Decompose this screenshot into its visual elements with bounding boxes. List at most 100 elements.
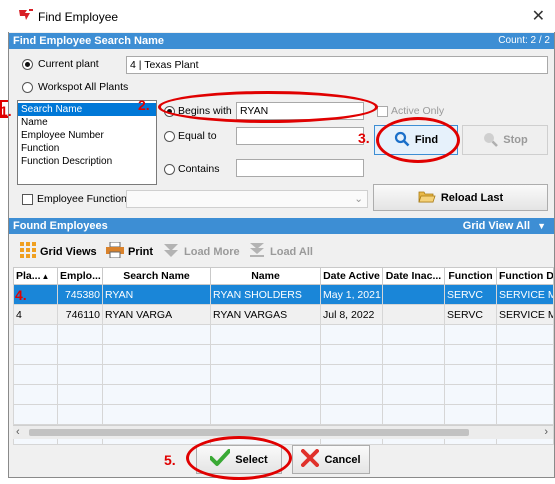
cell-employee-number: 745380 (57, 284, 103, 305)
load-all-label: Load All (270, 245, 313, 258)
column-header-plant-label: Pla... (16, 270, 41, 282)
load-more-button[interactable]: Load More (162, 242, 240, 261)
cell-function-description: SERVICE M (496, 304, 554, 325)
cell-date-inactive (382, 304, 445, 325)
window-title: Find Employee (38, 10, 119, 24)
current-plant-radio[interactable] (22, 59, 33, 70)
column-header-search-name[interactable]: Search Name (102, 267, 211, 285)
list-item-search-name[interactable]: Search Name (18, 103, 156, 116)
cell-date-inactive (382, 284, 445, 305)
load-more-label: Load More (184, 245, 240, 258)
result-count: Count: 2 / 2 (498, 35, 550, 46)
cancel-label: Cancel (324, 453, 361, 466)
table-row[interactable]: 745380 RYAN RYAN SHOLDERS May 1, 2021 SE… (13, 284, 554, 305)
cell-function: SERVC (444, 284, 497, 305)
search-header-title: Find Employee Search Name (13, 35, 164, 47)
reload-last-label: Reload Last (440, 191, 504, 204)
stop-search-icon (482, 131, 499, 150)
grid-view-all-menu[interactable]: Grid View All ▼ (463, 218, 546, 234)
grid-header-row: Pla...▲ Emplo... Search Name Name Date A… (13, 267, 554, 285)
scrollbar-thumb[interactable] (29, 429, 469, 436)
list-item-function-description[interactable]: Function Description (18, 155, 156, 168)
cancel-button[interactable]: Cancel (292, 445, 370, 474)
grid-view-all-label: Grid View All (462, 220, 531, 232)
cell-date-active: Jul 8, 2022 (320, 304, 383, 325)
employee-function-checkbox[interactable] (22, 194, 33, 205)
download-all-icon (248, 242, 266, 261)
found-employees-title: Found Employees (13, 220, 108, 232)
reload-last-button[interactable]: Reload Last (373, 184, 548, 211)
download-arrow-icon (162, 242, 180, 261)
table-row[interactable]: 4 746110 RYAN VARGA RYAN VARGAS Jul 8, 2… (13, 304, 554, 325)
empty-row (13, 404, 554, 425)
active-only-label: Active Only (391, 105, 445, 117)
current-plant-label: Current plant (38, 58, 99, 70)
app-icon (18, 8, 34, 25)
close-icon[interactable]: ✕ (532, 6, 545, 26)
empty-row (13, 384, 554, 405)
title-bar: Find Employee ✕ (8, 0, 555, 32)
cell-plant: 4 (13, 304, 58, 325)
annotation-step-2: 2. (138, 97, 150, 113)
employee-function-label: Employee Function (37, 193, 127, 205)
print-button[interactable]: Print (106, 241, 154, 261)
column-header-plant[interactable]: Pla...▲ (13, 267, 58, 285)
scroll-right-icon[interactable]: › (544, 426, 548, 438)
cancel-x-icon (301, 449, 320, 470)
contains-radio[interactable] (164, 164, 175, 175)
chevron-down-icon: ⌄ (354, 193, 363, 205)
annotation-step-3: 3. (358, 130, 370, 146)
column-header-date-inactive[interactable]: Date Inac... (382, 267, 445, 285)
annotation-step-4: 4. (15, 287, 27, 303)
grid-views-label: Grid Views (40, 245, 97, 258)
column-header-employee-number[interactable]: Emplo... (57, 267, 103, 285)
grid-icon (20, 242, 36, 261)
workspot-all-plants-label: Workspot All Plants (38, 81, 129, 93)
cell-employee-number: 746110 (57, 304, 103, 325)
annotation-step-5: 5. (164, 452, 176, 468)
caret-down-icon: ▼ (537, 221, 546, 231)
horizontal-scrollbar[interactable]: ‹ › (13, 425, 553, 439)
contains-input[interactable] (236, 159, 364, 177)
employee-function-select[interactable]: ⌄ (126, 190, 368, 208)
found-employees-grid[interactable]: Pla...▲ Emplo... Search Name Name Date A… (13, 267, 554, 445)
equal-to-label: Equal to (178, 130, 217, 142)
cell-search-name: RYAN (102, 284, 211, 305)
stop-label: Stop (503, 134, 528, 146)
current-plant-field[interactable]: 4 | Texas Plant (126, 56, 548, 74)
workspot-all-plants-radio[interactable] (22, 82, 33, 93)
annotation-box-1 (0, 100, 8, 118)
list-item-name[interactable]: Name (18, 116, 156, 129)
cell-function-description: SERVICE M (496, 284, 554, 305)
cell-name: RYAN VARGAS (210, 304, 321, 325)
stop-button[interactable]: Stop (462, 125, 548, 155)
sort-ascending-icon: ▲ (41, 272, 50, 281)
column-header-function-description[interactable]: Function D (496, 267, 554, 285)
printer-icon (106, 241, 124, 261)
cell-date-active: May 1, 2021 (320, 284, 383, 305)
annotation-ellipse-5 (186, 436, 292, 480)
list-item-function[interactable]: Function (18, 142, 156, 155)
print-label: Print (128, 245, 154, 258)
cell-search-name: RYAN VARGA (102, 304, 211, 325)
load-all-button[interactable]: Load All (248, 242, 313, 261)
found-employees-header: Found Employees Grid View All ▼ (9, 218, 554, 234)
empty-row (13, 344, 554, 365)
cell-function: SERVC (444, 304, 497, 325)
column-header-function[interactable]: Function (444, 267, 497, 285)
search-field-list[interactable]: Search Name Name Employee Number Functio… (17, 100, 157, 185)
equal-to-input[interactable] (236, 127, 364, 145)
list-item-employee-number[interactable]: Employee Number (18, 129, 156, 142)
empty-row (13, 364, 554, 385)
empty-row (13, 324, 554, 345)
annotation-ellipse-2 (158, 91, 378, 123)
scroll-left-icon[interactable]: ‹ (16, 426, 20, 438)
active-only-checkbox[interactable] (377, 106, 388, 117)
search-header: Find Employee Search Name Count: 2 / 2 (9, 33, 554, 49)
column-header-name[interactable]: Name (210, 267, 321, 285)
column-header-date-active[interactable]: Date Active (320, 267, 383, 285)
contains-label: Contains (178, 163, 220, 175)
grid-views-button[interactable]: Grid Views (20, 242, 97, 261)
annotation-ellipse-3 (376, 117, 460, 163)
equal-to-radio[interactable] (164, 131, 175, 142)
